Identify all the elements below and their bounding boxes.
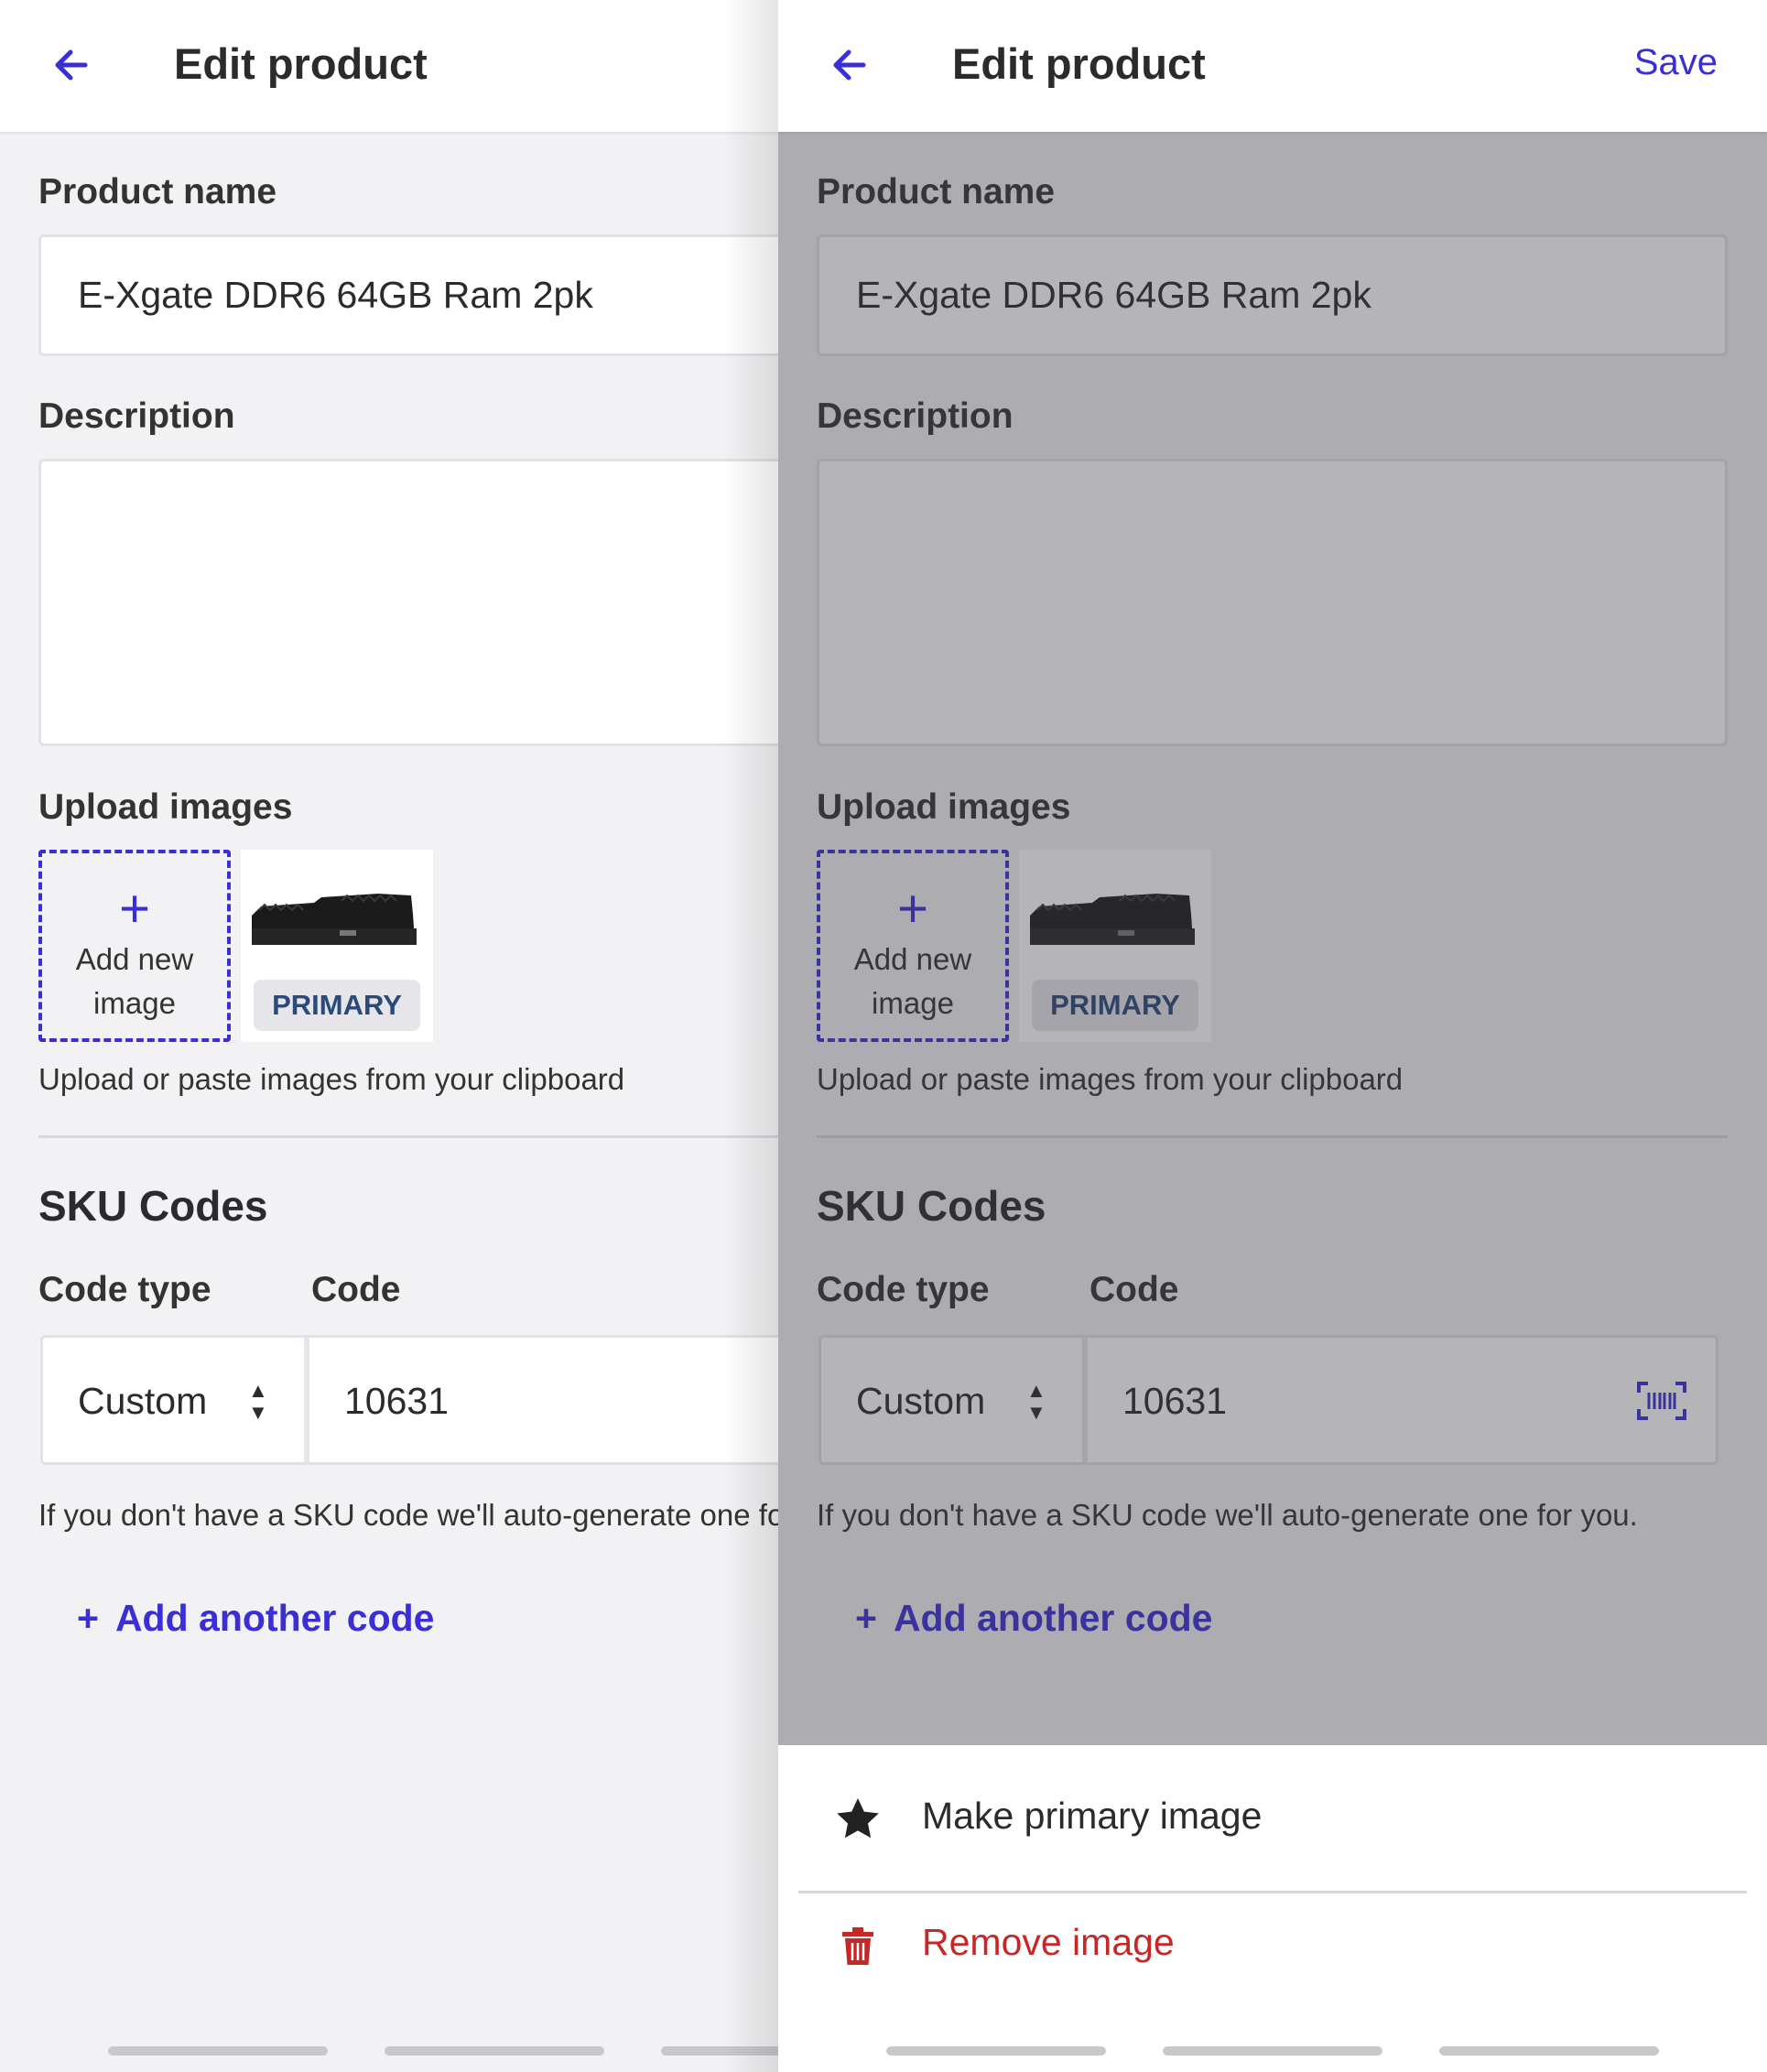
pane-shadow [723,0,778,2072]
app-header: Edit product [0,0,778,132]
sku-code-value: 10631 [344,1380,450,1422]
sku-code-row: Custom ▲ ▼ 10631 [40,1335,778,1465]
code-type-value: Custom [78,1380,208,1422]
back-arrow-icon [55,49,88,81]
product-name-label: Product name [38,172,277,212]
star-icon [837,1798,879,1839]
description-textarea[interactable] [38,459,778,746]
code-label: Code [311,1270,401,1309]
plus-icon: + [77,1597,99,1639]
primary-badge: PRIMARY [254,980,420,1031]
back-button[interactable] [826,42,872,88]
modal-scrim[interactable] [778,0,1767,1745]
make-primary-image-option[interactable]: Make primary image [778,1758,1767,1877]
remove-image-option[interactable]: Remove image [778,1884,1767,2003]
product-name-input[interactable]: E-Xgate DDR6 64GB Ram 2pk [38,234,778,356]
nav-indicator [1439,2046,1659,2056]
make-primary-image-label: Make primary image [922,1795,1263,1837]
upload-hint: Upload or paste images from your clipboa… [38,1062,625,1096]
app-header: Edit product Save [778,0,1767,132]
add-image-label-line2: image [93,986,176,1020]
save-button[interactable]: Save [1634,42,1718,83]
nav-indicator [108,2046,328,2056]
product-name-value: E-Xgate DDR6 64GB Ram 2pk [78,274,593,316]
code-type-select[interactable]: Custom ▲ ▼ [43,1338,304,1462]
nav-indicator [886,2046,1106,2056]
back-arrow-icon [833,49,866,81]
sort-arrows-icon: ▲ ▼ [248,1379,268,1424]
add-another-code-button[interactable]: + Add another code [77,1597,434,1640]
add-image-label-line1: Add new [75,942,194,976]
page-title: Edit product [174,39,428,88]
nav-indicator [1163,2046,1382,2056]
nav-indicator [385,2046,604,2056]
add-new-image-button[interactable]: + Add new image [38,850,231,1042]
product-image-thumbnail[interactable]: PRIMARY [241,850,433,1042]
active-screen: Edit product Save Product name E-Xgate D… [778,0,1767,2072]
add-another-code-label: Add another code [114,1597,435,1639]
sku-codes-title: SKU Codes [38,1182,268,1230]
back-button[interactable] [48,42,93,88]
remove-image-label: Remove image [922,1921,1175,1963]
upload-images-label: Upload images [38,787,293,827]
image-actions-sheet: Make primary image Remove image [778,1745,1767,2072]
description-label: Description [38,396,235,436]
plus-icon: + [119,879,150,938]
sku-hint: If you don't have a SKU code we'll auto-… [38,1498,778,1532]
ram-image [252,894,417,945]
section-divider [38,1135,778,1138]
background-screen: Edit product Product name E-Xgate DDR6 6… [0,0,778,2072]
sku-code-input[interactable]: 10631 [309,1338,778,1462]
trash-icon [842,1927,873,1965]
code-type-label: Code type [38,1270,211,1309]
page-title: Edit product [952,39,1206,88]
